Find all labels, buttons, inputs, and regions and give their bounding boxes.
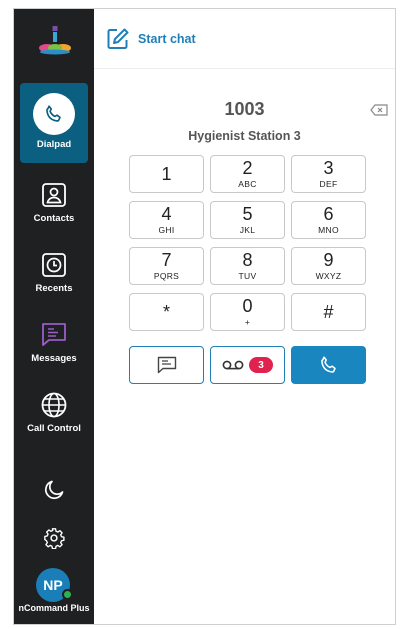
sidebar-item-dialpad[interactable]: Dialpad xyxy=(20,83,88,163)
key-5[interactable]: 5 JKL xyxy=(210,201,285,239)
sidebar-item-label: Recents xyxy=(35,283,73,294)
contact-card-icon xyxy=(40,181,68,209)
key-digit: 3 xyxy=(323,158,334,178)
dialed-number: 1003 xyxy=(224,99,265,119)
key-6[interactable]: 6 MNO xyxy=(291,201,366,239)
backspace-icon[interactable] xyxy=(370,104,388,116)
key-letters: TUV xyxy=(238,271,257,281)
phone-icon xyxy=(320,356,336,373)
sidebar-item-contacts[interactable]: Contacts xyxy=(20,175,88,239)
key-letters: GHI xyxy=(158,225,175,235)
key-star[interactable]: * xyxy=(129,293,204,331)
key-digit: * xyxy=(162,302,170,322)
key-2[interactable]: 2 ABC xyxy=(210,155,285,193)
key-digit: 9 xyxy=(323,250,334,270)
key-0[interactable]: 0 + xyxy=(210,293,285,331)
key-letters: JKL xyxy=(239,225,256,235)
gear-icon[interactable] xyxy=(43,527,65,549)
key-digit: 7 xyxy=(161,250,172,270)
sidebar-item-label: Contacts xyxy=(33,213,75,224)
key-letters: MNO xyxy=(318,225,339,235)
sidebar-item-label: Dialpad xyxy=(36,139,72,150)
key-letters: ABC xyxy=(238,179,257,189)
globe-icon xyxy=(40,391,68,419)
sidebar-item-messages[interactable]: Messages xyxy=(20,315,88,379)
key-digit: 1 xyxy=(161,164,172,184)
sidebar-item-call-control[interactable]: Call Control xyxy=(20,385,88,449)
contact-name: Hygienist Station 3 xyxy=(188,129,301,143)
key-4[interactable]: 4 GHI xyxy=(129,201,204,239)
start-chat-button[interactable]: Start chat xyxy=(106,27,196,51)
key-digit: 2 xyxy=(242,158,253,178)
key-digit: 5 xyxy=(242,204,253,224)
voicemail-icon xyxy=(222,360,244,370)
sidebar-item-label: Messages xyxy=(31,353,77,364)
header: Start chat xyxy=(94,9,395,69)
key-digit: 8 xyxy=(242,250,253,270)
key-letters: WXYZ xyxy=(315,271,342,281)
compose-icon xyxy=(107,28,129,49)
key-digit: 4 xyxy=(161,204,172,224)
phone-icon xyxy=(33,93,75,135)
key-digit: 0 xyxy=(242,296,253,316)
key-1[interactable]: 1 xyxy=(129,155,204,193)
key-3[interactable]: 3 DEF xyxy=(291,155,366,193)
message-icon xyxy=(157,356,176,374)
key-8[interactable]: 8 TUV xyxy=(210,247,285,285)
key-letters: + xyxy=(244,317,251,327)
app-logo xyxy=(39,26,71,55)
app-window: Dialpad Contacts Recents Messages Call C xyxy=(13,8,396,625)
key-7[interactable]: 7 PQRS xyxy=(129,247,204,285)
clock-icon xyxy=(40,251,68,279)
moon-icon[interactable] xyxy=(43,479,65,501)
key-digit: 6 xyxy=(323,204,334,224)
voicemail-count-badge: 3 xyxy=(249,357,273,373)
message-icon xyxy=(40,321,68,349)
sidebar: Dialpad Contacts Recents Messages Call C xyxy=(14,9,94,624)
voicemail-button[interactable]: 3 xyxy=(210,346,285,384)
key-digit: # xyxy=(323,302,334,322)
presence-indicator xyxy=(62,589,73,600)
call-button[interactable] xyxy=(291,346,366,384)
start-chat-label: Start chat xyxy=(138,32,196,46)
key-hash[interactable]: # xyxy=(291,293,366,331)
avatar-initials: NP xyxy=(43,577,63,593)
key-letters: DEF xyxy=(319,179,338,189)
sidebar-item-recents[interactable]: Recents xyxy=(20,245,88,309)
key-9[interactable]: 9 WXYZ xyxy=(291,247,366,285)
key-letters: PQRS xyxy=(153,271,180,281)
user-name: nCommand Plus xyxy=(18,603,90,613)
message-button[interactable] xyxy=(129,346,204,384)
sidebar-item-label: Call Control xyxy=(27,423,81,434)
